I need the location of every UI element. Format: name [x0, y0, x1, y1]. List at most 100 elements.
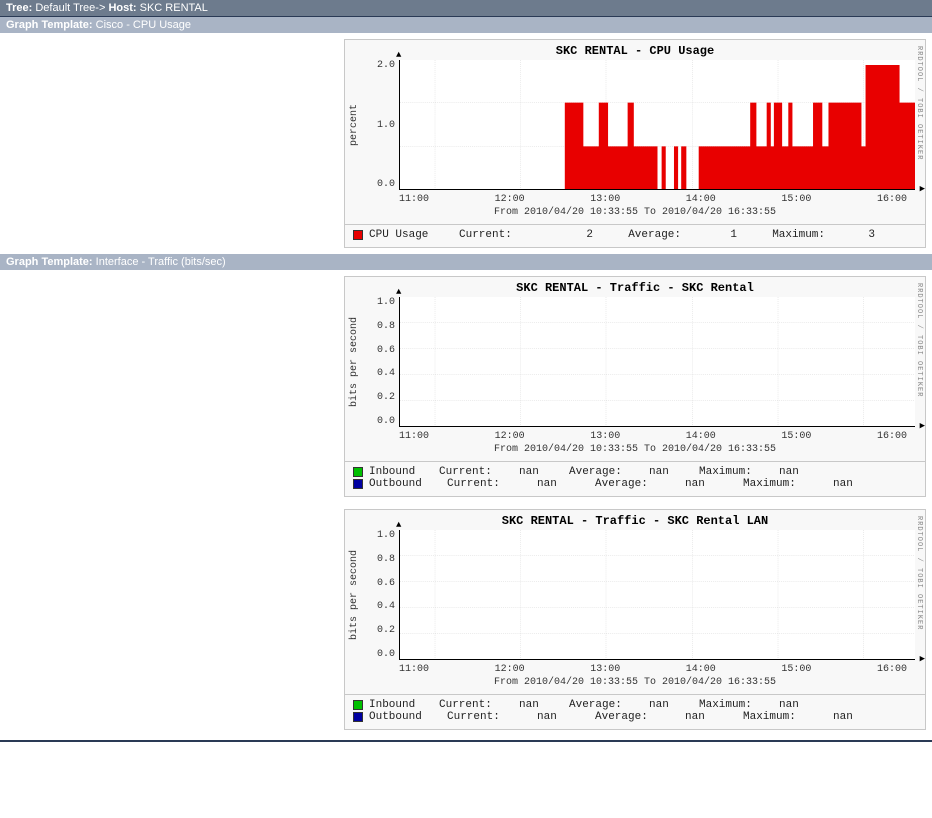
legend-row: Inbound Current: nan Average: nan Maximu… [353, 466, 917, 478]
legend-name: Outbound [369, 711, 447, 723]
arrow-up-icon: ▲ [396, 520, 401, 530]
graph-template-header: Graph Template: Interface - Traffic (bit… [0, 254, 932, 270]
stat-value: 3 [825, 229, 875, 241]
rrdtool-signature: RRDTOOL / TOBI OETIKER [915, 283, 923, 397]
stat-value: nan [537, 478, 595, 490]
footer-rule [0, 740, 932, 742]
stat-value: nan [685, 711, 743, 723]
chart-title: SKC RENTAL - Traffic - SKC Rental [345, 277, 925, 297]
stat-value: 1 [681, 229, 737, 241]
graph-template-label: Graph Template: [6, 256, 93, 268]
plot-area: ▲ ▶ [399, 297, 915, 427]
x-axis-ticks: 11:00 12:00 13:00 14:00 15:00 16:00 [345, 192, 911, 205]
legend-swatch [353, 467, 363, 477]
stat-label: Current: [439, 466, 519, 478]
stat-label: Maximum: [699, 466, 779, 478]
x-tick: 15:00 [781, 664, 811, 675]
legend-name: CPU Usage [369, 229, 459, 241]
y-tick: 0.2 [377, 625, 395, 636]
x-tick: 16:00 [877, 194, 907, 205]
graph-template-label: Graph Template: [6, 19, 93, 31]
x-tick: 13:00 [590, 431, 620, 442]
x-tick: 11:00 [399, 664, 429, 675]
arrow-right-icon: ▶ [920, 184, 925, 194]
x-tick: 14:00 [686, 664, 716, 675]
breadcrumb: Tree: Default Tree-> Host: SKC RENTAL [0, 0, 932, 17]
stat-label: Maximum: [699, 699, 779, 711]
time-range: From 2010/04/20 10:33:55 To 2010/04/20 1… [345, 442, 925, 461]
x-tick: 11:00 [399, 194, 429, 205]
stat-value: nan [833, 478, 883, 490]
x-tick: 15:00 [781, 431, 811, 442]
x-axis-ticks: 11:00 12:00 13:00 14:00 15:00 16:00 [345, 662, 911, 675]
stat-value: nan [779, 466, 829, 478]
tree-value: Default Tree-> [35, 2, 105, 14]
x-tick: 13:00 [590, 664, 620, 675]
y-tick: 1.0 [377, 120, 395, 131]
x-tick: 12:00 [495, 194, 525, 205]
stat-value: nan [537, 711, 595, 723]
x-tick: 14:00 [686, 194, 716, 205]
legend-row: CPU Usage Current: 2 Average: 1 Maximum:… [353, 229, 917, 241]
stat-value: nan [685, 478, 743, 490]
stat-value: nan [519, 466, 569, 478]
y-axis-ticks: 1.0 0.8 0.6 0.4 0.2 0.0 [363, 297, 399, 427]
stat-label: Current: [459, 229, 537, 241]
x-tick: 11:00 [399, 431, 429, 442]
chart-legend: CPU Usage Current: 2 Average: 1 Maximum:… [345, 224, 925, 247]
legend-name: Inbound [369, 699, 439, 711]
y-tick: 0.8 [377, 321, 395, 332]
arrow-up-icon: ▲ [396, 50, 401, 60]
graph-row: RRDTOOL / TOBI OETIKER SKC RENTAL - CPU … [0, 33, 932, 254]
stat-label: Current: [447, 478, 537, 490]
arrow-right-icon: ▶ [920, 421, 925, 431]
stat-label: Maximum: [737, 229, 825, 241]
x-axis-ticks: 11:00 12:00 13:00 14:00 15:00 16:00 [345, 429, 911, 442]
legend-swatch [353, 700, 363, 710]
stat-value: nan [649, 466, 699, 478]
rrdtool-signature: RRDTOOL / TOBI OETIKER [915, 516, 923, 630]
plot-area: ▲ ▶ [399, 60, 915, 190]
y-tick: 0.4 [377, 601, 395, 612]
legend-swatch [353, 230, 363, 240]
legend-name: Inbound [369, 466, 439, 478]
legend-row: Outbound Current: nan Average: nan Maxim… [353, 478, 917, 490]
cpu-area [565, 65, 915, 189]
tree-label: Tree: [6, 2, 32, 14]
y-tick: 0.0 [377, 649, 395, 660]
arrow-up-icon: ▲ [396, 287, 401, 297]
y-tick: 0.0 [377, 416, 395, 427]
graph-template-name: Interface - Traffic (bits/sec) [96, 256, 226, 268]
plot-area: ▲ ▶ [399, 530, 915, 660]
stat-label: Current: [439, 699, 519, 711]
stat-label: Average: [595, 478, 685, 490]
stat-label: Average: [595, 711, 685, 723]
time-range: From 2010/04/20 10:33:55 To 2010/04/20 1… [345, 675, 925, 694]
y-axis-ticks: 1.0 0.8 0.6 0.4 0.2 0.0 [363, 530, 399, 660]
x-tick: 13:00 [590, 194, 620, 205]
graph-traffic-1[interactable]: RRDTOOL / TOBI OETIKER SKC RENTAL - Traf… [344, 276, 926, 497]
legend-swatch [353, 712, 363, 722]
y-tick: 0.2 [377, 392, 395, 403]
graph-traffic-2[interactable]: RRDTOOL / TOBI OETIKER SKC RENTAL - Traf… [344, 509, 926, 730]
y-tick: 0.8 [377, 554, 395, 565]
x-tick: 16:00 [877, 431, 907, 442]
y-tick: 0.6 [377, 345, 395, 356]
x-tick: 15:00 [781, 194, 811, 205]
chart-legend: Inbound Current: nan Average: nan Maximu… [345, 461, 925, 496]
graph-cpu-usage[interactable]: RRDTOOL / TOBI OETIKER SKC RENTAL - CPU … [344, 39, 926, 248]
chart-title: SKC RENTAL - CPU Usage [345, 40, 925, 60]
x-tick: 16:00 [877, 664, 907, 675]
y-tick: 0.4 [377, 368, 395, 379]
host-value: SKC RENTAL [140, 2, 208, 14]
graph-row: RRDTOOL / TOBI OETIKER SKC RENTAL - Traf… [0, 503, 932, 736]
y-axis-label: bits per second [349, 530, 363, 660]
stat-label: Maximum: [743, 478, 833, 490]
x-tick: 12:00 [495, 431, 525, 442]
y-axis-ticks: 2.0 1.0 0.0 [363, 60, 399, 190]
stat-label: Average: [569, 466, 649, 478]
chart-title: SKC RENTAL - Traffic - SKC Rental LAN [345, 510, 925, 530]
y-tick: 0.6 [377, 578, 395, 589]
legend-swatch [353, 479, 363, 489]
graph-row: RRDTOOL / TOBI OETIKER SKC RENTAL - Traf… [0, 270, 932, 503]
